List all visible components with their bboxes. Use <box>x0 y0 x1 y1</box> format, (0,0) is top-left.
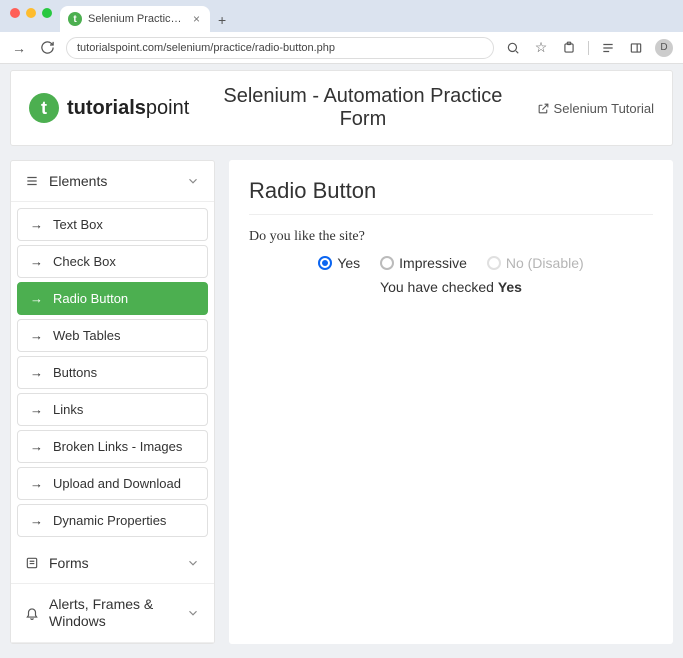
sidebar-item-dynamic-properties[interactable]: → Dynamic Properties <box>17 504 208 537</box>
arrow-right-icon: → <box>30 254 43 269</box>
sidebar-item-links[interactable]: → Links <box>17 393 208 426</box>
page-body: Elements → Text Box → Check Box → Radio Butto… <box>0 146 683 658</box>
chevron-down-icon <box>186 556 200 570</box>
arrow-right-icon: → <box>30 365 43 380</box>
accordion-label: Alerts, Frames & Windows <box>49 596 176 630</box>
sidebar-item-check-box[interactable]: → Check Box <box>17 245 208 278</box>
brand-logo-icon: t <box>29 93 59 123</box>
window-controls <box>6 0 60 32</box>
accordion-elements[interactable]: Elements <box>11 161 214 202</box>
reader-icon[interactable] <box>599 39 617 57</box>
accordion-label: Forms <box>49 555 89 571</box>
sidebar-item-radio-button[interactable]: → Radio Button <box>17 282 208 315</box>
content-heading: Radio Button <box>249 178 653 215</box>
profile-avatar[interactable]: D <box>655 39 673 57</box>
toolbar-right: ☆ D <box>504 39 673 57</box>
page-title: Selenium - Automation Practice Form <box>199 85 526 131</box>
address-bar: → tutorialspoint.com/selenium/practice/r… <box>0 32 683 64</box>
bell-icon <box>25 606 39 620</box>
radio-option-impressive[interactable]: Impressive <box>380 255 467 271</box>
sidebar-item-broken-links-images[interactable]: → Broken Links - Images <box>17 430 208 463</box>
sidebar-item-label: Broken Links - Images <box>53 439 182 454</box>
arrow-right-icon: → <box>30 439 43 454</box>
panel-icon[interactable] <box>627 39 645 57</box>
radio-label: Impressive <box>399 255 467 271</box>
radio-group: Yes Impressive No (Disable) <box>318 255 583 271</box>
accordion-forms[interactable]: Forms <box>11 543 214 584</box>
arrow-right-icon: → <box>30 402 43 417</box>
radio-icon <box>318 256 332 270</box>
sidebar-item-web-tables[interactable]: → Web Tables <box>17 319 208 352</box>
radio-icon <box>380 256 394 270</box>
reload-button[interactable] <box>38 39 56 57</box>
arrow-right-icon: → <box>30 291 43 306</box>
favicon: t <box>68 12 82 26</box>
sidebar-item-label: Text Box <box>53 217 103 232</box>
sidebar-item-label: Links <box>53 402 83 417</box>
radio-label: No (Disable) <box>506 255 584 271</box>
radio-option-no-disable-: No (Disable) <box>487 255 584 271</box>
close-window-button[interactable] <box>10 8 20 18</box>
radio-label: Yes <box>337 255 360 271</box>
arrow-right-icon: → <box>30 217 43 232</box>
tutorial-link[interactable]: Selenium Tutorial <box>537 101 654 116</box>
result-text: You have checked Yes <box>380 279 522 295</box>
sidebar-item-label: Check Box <box>53 254 116 269</box>
url-field[interactable]: tutorialspoint.com/selenium/practice/rad… <box>66 37 494 59</box>
maximize-window-button[interactable] <box>42 8 52 18</box>
sidebar-item-buttons[interactable]: → Buttons <box>17 356 208 389</box>
radio-option-yes[interactable]: Yes <box>318 255 360 271</box>
tab-close-icon[interactable]: × <box>193 12 200 26</box>
chevron-down-icon <box>186 174 200 188</box>
question-text: Do you like the site? <box>249 229 653 245</box>
nav-list: → Text Box → Check Box → Radio Button → Web Tab… <box>11 202 214 543</box>
forward-button[interactable]: → <box>10 39 28 57</box>
chevron-down-icon <box>186 606 200 620</box>
site-header: t tutorialspoint Selenium - Automation P… <box>10 70 673 146</box>
sidebar-item-label: Radio Button <box>53 291 128 306</box>
accordion-alerts[interactable]: Alerts, Frames & Windows <box>11 584 214 643</box>
arrow-right-icon: → <box>30 476 43 491</box>
star-icon[interactable]: ☆ <box>532 39 550 57</box>
external-link-icon <box>537 102 550 115</box>
brand[interactable]: t tutorialspoint <box>29 93 189 123</box>
sidebar-item-label: Dynamic Properties <box>53 513 166 528</box>
brand-text: tutorialspoint <box>67 97 189 120</box>
sidebar-item-label: Buttons <box>53 365 97 380</box>
tab-title: Selenium Practice - Radio Bu <box>88 13 187 25</box>
browser-tab-bar: t Selenium Practice - Radio Bu × + <box>0 0 683 32</box>
separator <box>588 41 589 55</box>
arrow-right-icon: → <box>30 328 43 343</box>
minimize-window-button[interactable] <box>26 8 36 18</box>
form-icon <box>25 556 39 570</box>
url-text: tutorialspoint.com/selenium/practice/rad… <box>77 42 335 54</box>
accordion-label: Elements <box>49 173 107 189</box>
sidebar-item-text-box[interactable]: → Text Box <box>17 208 208 241</box>
sidebar-item-label: Upload and Download <box>53 476 181 491</box>
radio-icon <box>487 256 501 270</box>
menu-icon <box>25 174 39 188</box>
sidebar-item-label: Web Tables <box>53 328 120 343</box>
sidebar: Elements → Text Box → Check Box → Radio Butto… <box>10 160 215 644</box>
tutorial-link-label: Selenium Tutorial <box>554 101 654 116</box>
arrow-right-icon: → <box>30 513 43 528</box>
new-tab-button[interactable]: + <box>210 12 234 32</box>
sidebar-item-upload-and-download[interactable]: → Upload and Download <box>17 467 208 500</box>
zoom-icon[interactable] <box>504 39 522 57</box>
extensions-icon[interactable] <box>560 39 578 57</box>
browser-tab[interactable]: t Selenium Practice - Radio Bu × <box>60 6 210 32</box>
main-content: Radio Button Do you like the site? Yes Im… <box>229 160 673 644</box>
